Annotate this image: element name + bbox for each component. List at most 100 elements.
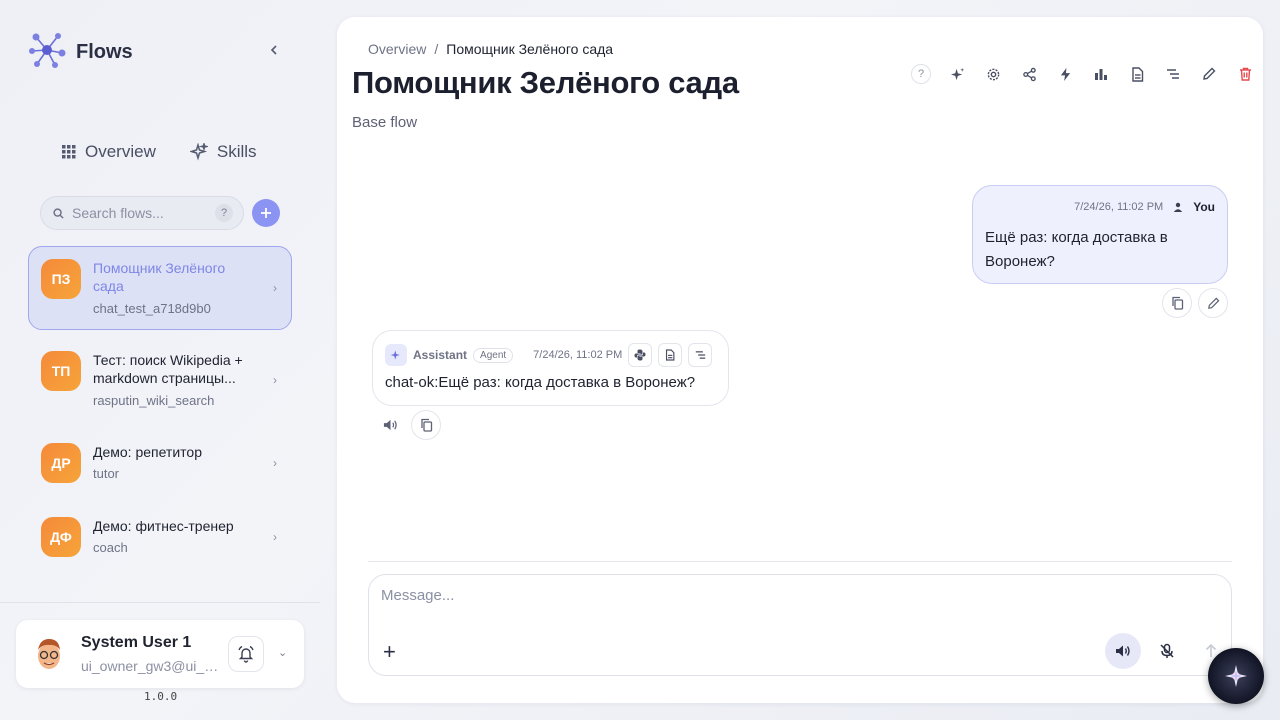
user-icon (1174, 202, 1183, 212)
plus-icon (261, 208, 271, 218)
lightning-icon (1060, 67, 1070, 81)
app-version: 1.0.0 (144, 690, 178, 703)
chevron-down-icon[interactable]: ⌄ (278, 646, 287, 659)
speaker-icon (1116, 645, 1130, 657)
user-card[interactable]: System User 1 ui_owner_gw3@ui_e... ⌄ (16, 620, 304, 688)
sparkle-icon (1225, 665, 1247, 687)
sparkle-icon (950, 67, 964, 80)
magic-button[interactable] (939, 63, 975, 85)
share-button[interactable] (1011, 63, 1047, 85)
read-aloud-button[interactable] (375, 410, 405, 440)
speaker-icon (383, 419, 397, 431)
assistant-message: Assistant Agent 7/24/26, 11:02 PM chat-o… (372, 330, 729, 406)
document-button[interactable] (658, 343, 683, 367)
search-help-icon[interactable]: ? (215, 204, 233, 222)
page-title: Помощник Зелёного сада (352, 65, 739, 100)
flow-title: Помощник Зелёного сада (93, 260, 226, 294)
chevron-right-icon: › (273, 373, 277, 387)
assistant-avatar (385, 344, 407, 366)
copy-button[interactable] (411, 410, 441, 440)
pencil-icon (1203, 67, 1216, 80)
flow-title: Тест: поиск Wikipedia + markdown страниц… (93, 352, 243, 386)
chevron-right-icon: › (273, 530, 277, 544)
settings-button[interactable] (975, 63, 1011, 85)
copy-icon (1171, 296, 1183, 310)
add-flow-button[interactable] (252, 199, 280, 227)
message-input[interactable] (381, 587, 1181, 617)
breadcrumb-separator: / (434, 41, 439, 57)
user-email: ui_owner_gw3@ui_e... (81, 658, 221, 674)
trash-icon (1239, 67, 1251, 81)
document-button[interactable] (1119, 63, 1155, 85)
outline-button[interactable] (1155, 63, 1191, 85)
edit-message-button[interactable] (1198, 288, 1228, 318)
mic-button[interactable] (1149, 633, 1185, 669)
nav-overview[interactable]: Overview (62, 142, 156, 162)
flow-item[interactable]: ТП Тест: поиск Wikipedia + markdown стра… (28, 338, 292, 422)
collapse-sidebar-button[interactable] (264, 40, 284, 60)
composer-divider (368, 561, 1232, 562)
voice-output-toggle[interactable] (1105, 633, 1141, 669)
edit-button[interactable] (1191, 63, 1227, 85)
search-icon (53, 207, 64, 219)
user-message-meta: 7/24/26, 11:02 PM You (1074, 200, 1215, 214)
python-icon (634, 349, 646, 361)
assistant-orb-button[interactable] (1208, 648, 1264, 704)
flow-avatar: ДФ (41, 517, 81, 557)
flow-slug: tutor (93, 466, 120, 481)
chevron-right-icon: › (273, 456, 277, 470)
assistant-message-actions (375, 410, 441, 440)
message-author: You (1193, 200, 1215, 214)
delete-button[interactable] (1227, 63, 1263, 85)
outline-button[interactable] (688, 343, 713, 367)
message-composer: + (368, 574, 1232, 676)
chevron-left-icon (270, 45, 277, 55)
flow-item[interactable]: ДР Демо: репетитор tutor › (28, 430, 292, 496)
sidebar-divider (0, 602, 320, 603)
nav-skills[interactable]: Skills (189, 142, 257, 162)
user-name: System User 1 (81, 634, 192, 651)
avatar (34, 636, 64, 672)
message-text: chat-ok:Ещё раз: когда доставка в Вороне… (385, 374, 696, 391)
breadcrumb: Overview / Помощник Зелёного сада (368, 41, 613, 57)
nav-overview-label: Overview (85, 142, 156, 161)
attach-button[interactable]: + (383, 639, 396, 665)
flows-logo-icon (28, 31, 66, 74)
chevron-right-icon: › (273, 281, 277, 295)
flow-avatar: ТП (41, 351, 81, 391)
breadcrumb-current: Помощник Зелёного сада (446, 41, 614, 57)
flow-avatar: ДР (41, 443, 81, 483)
help-button[interactable]: ? (911, 64, 931, 84)
toolbar: ? (903, 63, 1263, 85)
main-panel: Overview / Помощник Зелёного сада Помощн… (337, 17, 1263, 703)
sidebar-nav: Overview Skills (62, 142, 257, 162)
flow-title: Демо: фитнес-тренер (93, 518, 234, 534)
message-author: Assistant (413, 348, 468, 362)
flow-avatar: ПЗ (41, 259, 81, 299)
copy-button[interactable] (1162, 288, 1192, 318)
bell-icon (238, 645, 254, 663)
message-text: Ещё раз: когда доставка в Воронеж? (985, 229, 1168, 270)
copy-icon (420, 418, 432, 432)
brand[interactable]: Flows (28, 31, 133, 74)
flow-item[interactable]: ДФ Демо: фитнес-тренер coach › (28, 504, 292, 570)
pencil-icon (1207, 297, 1219, 309)
python-button[interactable] (628, 343, 653, 367)
share-icon (1022, 67, 1036, 81)
list-indent-icon (1167, 69, 1179, 79)
flow-list: ПЗ Помощник Зелёного сада chat_test_a718… (28, 246, 292, 578)
mic-off-icon (1160, 643, 1174, 658)
notifications-button[interactable] (228, 636, 264, 672)
flow-item[interactable]: ПЗ Помощник Зелёного сада chat_test_a718… (28, 246, 292, 330)
list-indent-icon (695, 351, 705, 359)
user-message: 7/24/26, 11:02 PM You Ещё раз: когда дос… (972, 185, 1228, 284)
message-timestamp: 7/24/26, 11:02 PM (533, 349, 623, 361)
trigger-button[interactable] (1047, 63, 1083, 85)
agent-badge: Agent (473, 347, 514, 363)
breadcrumb-overview[interactable]: Overview (368, 41, 426, 57)
sparkle-icon (390, 350, 400, 360)
search-box: ? (40, 196, 244, 230)
search-input[interactable] (72, 205, 202, 221)
document-icon (666, 349, 675, 361)
analytics-button[interactable] (1083, 63, 1119, 85)
